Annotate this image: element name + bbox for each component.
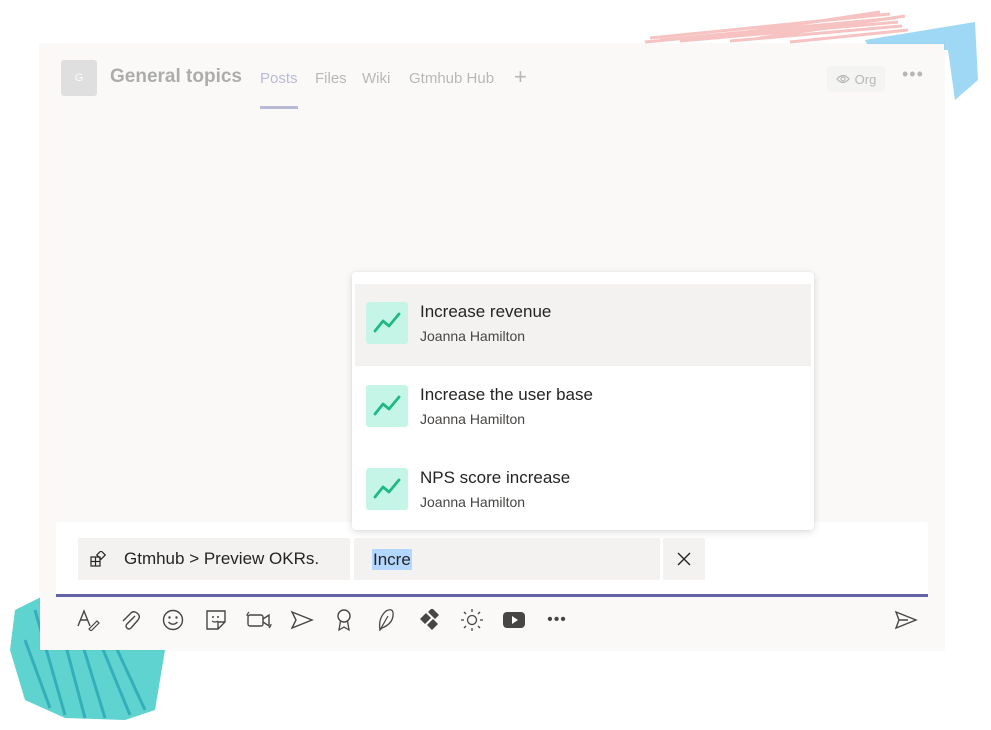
sticker-icon bbox=[206, 610, 226, 630]
send-button[interactable] bbox=[892, 606, 920, 634]
okr-owner: Joanna Hamilton bbox=[420, 494, 526, 510]
youtube-icon bbox=[503, 612, 525, 628]
channel-title: General topics bbox=[110, 66, 242, 87]
stream-icon bbox=[290, 610, 314, 630]
tab-wiki[interactable]: Wiki bbox=[362, 70, 390, 87]
meet-now-button[interactable] bbox=[245, 606, 273, 634]
clear-search-button[interactable] bbox=[663, 538, 705, 580]
format-button[interactable] bbox=[74, 606, 102, 634]
add-tab-button[interactable]: + bbox=[514, 64, 527, 90]
okr-title: NPS score increase bbox=[420, 468, 571, 487]
active-tab-indicator bbox=[260, 106, 298, 109]
format-icon bbox=[77, 609, 100, 631]
attach-icon bbox=[122, 611, 140, 630]
feather-app-button[interactable] bbox=[372, 606, 400, 634]
okr-suggestion-item[interactable]: NPS score increase Joanna Hamilton bbox=[355, 450, 811, 532]
extension-label: Gtmhub > Preview OKRs. bbox=[124, 549, 320, 568]
feather-icon bbox=[378, 609, 394, 632]
praise-button[interactable] bbox=[330, 606, 358, 634]
more-options-button[interactable]: ••• bbox=[902, 64, 924, 85]
emoji-button[interactable] bbox=[159, 606, 187, 634]
okr-suggestions-dropdown: Increase revenue Joanna Hamilton Increas… bbox=[352, 272, 814, 530]
youtube-app-button[interactable] bbox=[500, 606, 528, 634]
okr-suggestion-item[interactable]: Increase the user base Joanna Hamilton bbox=[355, 367, 811, 449]
okr-title: Increase the user base bbox=[420, 385, 593, 404]
tab-posts[interactable]: Posts bbox=[260, 70, 298, 87]
tab-files[interactable]: Files bbox=[315, 70, 347, 87]
team-avatar[interactable]: G bbox=[61, 60, 97, 96]
more-apps-button[interactable]: ••• bbox=[543, 606, 571, 634]
okr-owner: Joanna Hamilton bbox=[420, 411, 526, 427]
emoji-icon bbox=[162, 609, 184, 631]
org-button[interactable]: Org bbox=[827, 66, 885, 92]
stream-button[interactable] bbox=[288, 606, 316, 634]
okr-owner: Joanna Hamilton bbox=[420, 328, 526, 344]
org-label: Org bbox=[854, 71, 877, 87]
jira-app-button[interactable] bbox=[415, 606, 443, 634]
praise-icon bbox=[337, 609, 351, 632]
compose-toolbar: ••• bbox=[40, 600, 944, 640]
okr-icon bbox=[366, 468, 408, 510]
close-icon bbox=[677, 552, 691, 566]
send-icon bbox=[894, 610, 918, 630]
okr-icon bbox=[366, 385, 408, 427]
attach-button[interactable] bbox=[116, 606, 144, 634]
tab-gtmhub-hub[interactable]: Gtmhub Hub bbox=[409, 70, 494, 87]
app-extension-icon bbox=[90, 551, 106, 567]
meet-icon bbox=[246, 611, 272, 629]
jira-icon bbox=[420, 609, 439, 630]
compose-box: Gtmhub > Preview OKRs. Incre bbox=[56, 522, 928, 597]
okr-icon bbox=[366, 302, 408, 344]
channel-header: G General topics Posts Files Wiki Gtmhub… bbox=[40, 44, 944, 112]
okr-suggestion-item[interactable]: Increase revenue Joanna Hamilton bbox=[355, 284, 811, 366]
okr-title: Increase revenue bbox=[420, 302, 552, 321]
sticker-button[interactable] bbox=[202, 606, 230, 634]
okr-search-input[interactable]: Incre bbox=[354, 538, 660, 580]
search-value: Incre bbox=[372, 549, 412, 570]
weather-app-button[interactable] bbox=[458, 606, 486, 634]
weather-icon bbox=[461, 609, 483, 631]
eye-icon bbox=[835, 74, 850, 84]
messaging-extension-chip[interactable]: Gtmhub > Preview OKRs. bbox=[78, 538, 350, 580]
